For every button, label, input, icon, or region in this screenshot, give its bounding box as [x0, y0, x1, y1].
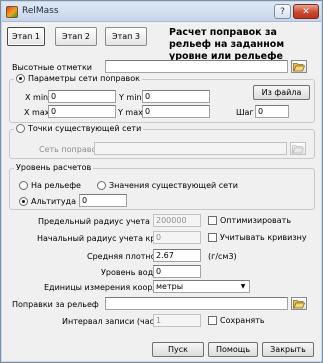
- units-select[interactable]: метры ▼: [153, 280, 250, 293]
- account-curv-checkbox[interactable]: [208, 233, 217, 242]
- existing-grid-legend[interactable]: Точки существующей сети: [14, 124, 144, 133]
- grid-params-radio[interactable]: [16, 74, 25, 83]
- existing-values-option[interactable]: Значения существующей сети: [97, 181, 238, 190]
- grid-params-label: Параметры сети поправок: [28, 74, 140, 83]
- units-selected-value: метры: [156, 282, 184, 291]
- corrections-input[interactable]: [105, 297, 288, 310]
- relief-label: На рельефе: [31, 181, 81, 190]
- close-icon: ✕: [302, 6, 310, 17]
- density-unit: (г/см3): [208, 252, 237, 261]
- page-heading: Расчет поправок за рельеф на заданном ур…: [169, 27, 285, 62]
- existing-values-radio[interactable]: [97, 181, 106, 190]
- start-button[interactable]: Пуск: [152, 342, 204, 357]
- tab-stage-3[interactable]: Этап 3: [105, 27, 147, 46]
- altitude-option[interactable]: Альтитуда: [19, 197, 76, 206]
- close-button[interactable]: Закрыть: [262, 342, 314, 357]
- altitude-label: Альтитуда: [31, 197, 76, 206]
- folder-open-icon: [293, 299, 305, 308]
- heights-input[interactable]: [105, 60, 288, 73]
- folder-open-icon: [292, 144, 304, 153]
- heights-browse-button[interactable]: [291, 60, 307, 73]
- account-curv-label: Учитывать кривизну: [220, 233, 307, 242]
- step-label: Шаг: [236, 108, 254, 117]
- tab-label: Этап 2: [61, 32, 90, 41]
- corrections-browse-button[interactable]: [291, 297, 307, 310]
- net-label: Сеть поправок: [39, 145, 102, 154]
- calc-level-label: Уровень расчетов: [16, 163, 92, 172]
- existing-grid-radio[interactable]: [16, 124, 25, 133]
- calc-level-legend: Уровень расчетов: [14, 163, 94, 172]
- xmin-input[interactable]: 0: [48, 90, 116, 103]
- altitude-radio[interactable]: [19, 197, 28, 206]
- corrections-label: Поправки за рельеф: [12, 300, 99, 309]
- net-browse-button[interactable]: [290, 142, 306, 155]
- optimize-option[interactable]: Оптимизировать: [208, 216, 291, 225]
- account-curv-option[interactable]: Учитывать кривизну: [208, 233, 307, 242]
- help-button[interactable]: Помощь: [208, 342, 258, 357]
- xmax-label: X max: [24, 108, 50, 117]
- tab-label: Этап 1: [11, 32, 40, 41]
- relief-radius-input[interactable]: 200000: [153, 214, 201, 227]
- existing-values-label: Значения существующей сети: [109, 181, 238, 190]
- save-label: Сохранять: [220, 316, 265, 325]
- window-title: RelMass: [22, 6, 59, 16]
- save-option[interactable]: Сохранять: [208, 316, 265, 325]
- tab-stage-2[interactable]: Этап 2: [55, 27, 97, 46]
- step-input[interactable]: 0: [255, 105, 289, 118]
- close-title-button[interactable]: ✕: [293, 4, 319, 19]
- water-level-input[interactable]: 0: [153, 265, 201, 278]
- save-checkbox[interactable]: [208, 316, 217, 325]
- help-title-button[interactable]: ?: [274, 4, 291, 19]
- interval-input[interactable]: 1: [153, 314, 201, 327]
- tab-stage-1[interactable]: Этап 1: [7, 27, 45, 46]
- heights-label: Высотные отметки: [12, 63, 92, 72]
- title-bar: RelMass ? ✕: [2, 2, 321, 22]
- chevron-down-icon[interactable]: ▼: [237, 281, 249, 292]
- ymin-input[interactable]: 0: [142, 90, 210, 103]
- altitude-input[interactable]: 0: [79, 194, 127, 207]
- help-icon: ?: [280, 6, 285, 17]
- existing-grid-label: Точки существующей сети: [28, 124, 142, 133]
- interval-label: Интервал записи (часы): [62, 317, 164, 326]
- optimize-label: Оптимизировать: [220, 216, 292, 225]
- density-input[interactable]: 2.67: [153, 249, 201, 262]
- optimize-checkbox[interactable]: [208, 216, 217, 225]
- water-level-label: Уровень воды: [101, 268, 160, 277]
- app-icon: [6, 6, 18, 18]
- xmin-label: X min: [25, 93, 49, 102]
- folder-open-icon: [293, 62, 305, 71]
- ymax-label: Y max: [118, 108, 143, 117]
- relief-radio[interactable]: [19, 181, 28, 190]
- from-file-button[interactable]: Из файла: [253, 85, 310, 100]
- ymax-input[interactable]: 0: [142, 105, 210, 118]
- grid-params-legend[interactable]: Параметры сети поправок: [14, 74, 142, 83]
- relmass-window: RelMass ? ✕ Этап 1 Этап 2 Этап 3 Расчет …: [0, 0, 323, 363]
- net-input[interactable]: [94, 142, 287, 155]
- relief-option[interactable]: На рельефе: [19, 181, 81, 190]
- xmax-input[interactable]: 0: [48, 105, 116, 118]
- tab-label: Этап 3: [111, 32, 140, 41]
- curv-radius-input[interactable]: 0: [153, 231, 201, 244]
- ymin-label: Y min: [119, 93, 142, 102]
